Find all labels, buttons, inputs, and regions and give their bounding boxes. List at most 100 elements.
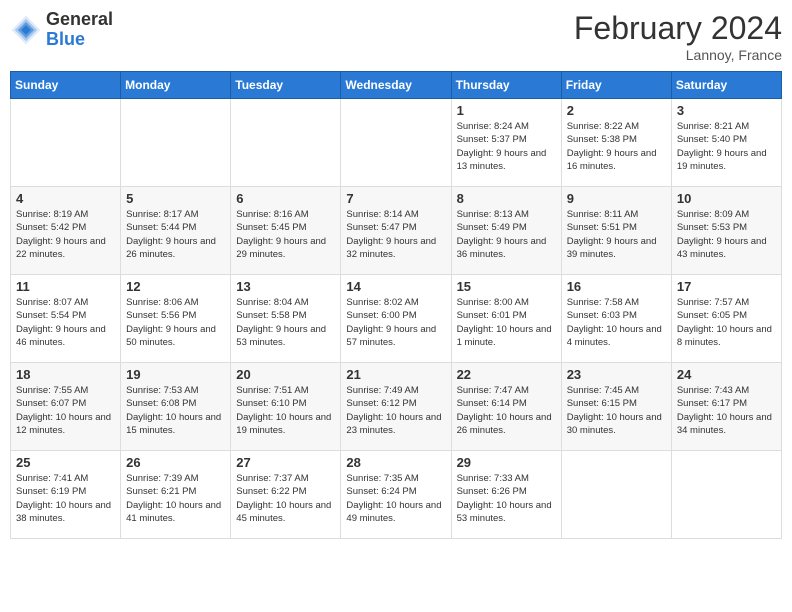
calendar-day-cell [231,99,341,187]
calendar-day-cell: 8 Sunrise: 8:13 AM Sunset: 5:49 PM Daylig… [451,187,561,275]
day-info: Sunrise: 7:53 AM Sunset: 6:08 PM Dayligh… [126,384,225,437]
calendar-day-cell: 17 Sunrise: 7:57 AM Sunset: 6:05 PM Dayli… [671,275,781,363]
day-number: 13 [236,279,335,294]
calendar-header-row: SundayMondayTuesdayWednesdayThursdayFrid… [11,72,782,99]
calendar-day-header: Sunday [11,72,121,99]
calendar-day-header: Monday [121,72,231,99]
day-number: 24 [677,367,776,382]
calendar-day-cell: 12 Sunrise: 8:06 AM Sunset: 5:56 PM Dayli… [121,275,231,363]
day-number: 16 [567,279,666,294]
day-info: Sunrise: 7:57 AM Sunset: 6:05 PM Dayligh… [677,296,776,349]
calendar-day-cell: 7 Sunrise: 8:14 AM Sunset: 5:47 PM Daylig… [341,187,451,275]
calendar-day-cell: 13 Sunrise: 8:04 AM Sunset: 5:58 PM Dayli… [231,275,341,363]
day-info: Sunrise: 8:09 AM Sunset: 5:53 PM Dayligh… [677,208,776,261]
calendar-day-cell: 25Sunrise: 7:41 AM Sunset: 6:19 PM Dayli… [11,451,121,539]
logo-general: General [46,10,113,30]
page: General Blue February 2024 Lannoy, Franc… [0,0,792,612]
day-info: Sunrise: 8:14 AM Sunset: 5:47 PM Dayligh… [346,208,445,261]
day-info: Sunrise: 8:06 AM Sunset: 5:56 PM Dayligh… [126,296,225,349]
calendar-day-cell: 4 Sunrise: 8:19 AM Sunset: 5:42 PM Daylig… [11,187,121,275]
day-info: Sunrise: 8:22 AM Sunset: 5:38 PM Dayligh… [567,120,666,173]
day-number: 10 [677,191,776,206]
day-number: 4 [16,191,115,206]
calendar-day-cell: 11 Sunrise: 8:07 AM Sunset: 5:54 PM Dayli… [11,275,121,363]
calendar-day-header: Tuesday [231,72,341,99]
day-number: 15 [457,279,556,294]
day-number: 14 [346,279,445,294]
calendar-table: SundayMondayTuesdayWednesdayThursdayFrid… [10,71,782,539]
calendar-week-row: 1 Sunrise: 8:24 AM Sunset: 5:37 PM Daylig… [11,99,782,187]
day-info: Sunrise: 7:35 AM Sunset: 6:24 PM Dayligh… [346,472,445,525]
day-number: 29 [457,455,556,470]
day-number: 22 [457,367,556,382]
day-number: 2 [567,103,666,118]
day-number: 8 [457,191,556,206]
calendar-day-cell: 20 Sunrise: 7:51 AM Sunset: 6:10 PM Dayli… [231,363,341,451]
day-info: Sunrise: 7:43 AM Sunset: 6:17 PM Dayligh… [677,384,776,437]
calendar-day-cell: 2 Sunrise: 8:22 AM Sunset: 5:38 PM Daylig… [561,99,671,187]
calendar-day-cell: 9Sunrise: 8:11 AM Sunset: 5:51 PM Daylig… [561,187,671,275]
day-info: Sunrise: 8:24 AM Sunset: 5:37 PM Dayligh… [457,120,556,173]
header: General Blue February 2024 Lannoy, Franc… [10,10,782,63]
calendar-day-cell: 19 Sunrise: 7:53 AM Sunset: 6:08 PM Dayli… [121,363,231,451]
calendar-day-cell: 18 Sunrise: 7:55 AM Sunset: 6:07 PM Dayli… [11,363,121,451]
day-info: Sunrise: 8:19 AM Sunset: 5:42 PM Dayligh… [16,208,115,261]
calendar-day-cell: 14 Sunrise: 8:02 AM Sunset: 6:00 PM Dayli… [341,275,451,363]
month-title: February 2024 [574,10,782,47]
day-info: Sunrise: 7:51 AM Sunset: 6:10 PM Dayligh… [236,384,335,437]
day-info: Sunrise: 8:11 AM Sunset: 5:51 PM Dayligh… [567,208,666,261]
day-info: Sunrise: 8:16 AM Sunset: 5:45 PM Dayligh… [236,208,335,261]
day-number: 23 [567,367,666,382]
calendar-day-cell: 1 Sunrise: 8:24 AM Sunset: 5:37 PM Daylig… [451,99,561,187]
day-number: 11 [16,279,115,294]
logo-blue: Blue [46,30,113,50]
day-number: 27 [236,455,335,470]
calendar-day-cell: 28 Sunrise: 7:35 AM Sunset: 6:24 PM Dayli… [341,451,451,539]
calendar-day-cell: 29 Sunrise: 7:33 AM Sunset: 6:26 PM Dayli… [451,451,561,539]
day-info: Sunrise: 7:33 AM Sunset: 6:26 PM Dayligh… [457,472,556,525]
calendar-day-cell [11,99,121,187]
calendar-week-row: 18 Sunrise: 7:55 AM Sunset: 6:07 PM Dayli… [11,363,782,451]
day-info: Sunrise: 8:17 AM Sunset: 5:44 PM Dayligh… [126,208,225,261]
day-number: 28 [346,455,445,470]
calendar-day-cell: 5Sunrise: 8:17 AM Sunset: 5:44 PM Daylig… [121,187,231,275]
day-number: 12 [126,279,225,294]
calendar-day-header: Saturday [671,72,781,99]
calendar-day-cell: 27 Sunrise: 7:37 AM Sunset: 6:22 PM Dayli… [231,451,341,539]
day-info: Sunrise: 7:58 AM Sunset: 6:03 PM Dayligh… [567,296,666,349]
calendar-day-cell: 6Sunrise: 8:16 AM Sunset: 5:45 PM Daylig… [231,187,341,275]
day-number: 20 [236,367,335,382]
calendar-day-cell: 24 Sunrise: 7:43 AM Sunset: 6:17 PM Dayli… [671,363,781,451]
day-number: 21 [346,367,445,382]
calendar-day-cell [341,99,451,187]
day-info: Sunrise: 7:55 AM Sunset: 6:07 PM Dayligh… [16,384,115,437]
day-number: 7 [346,191,445,206]
day-info: Sunrise: 8:02 AM Sunset: 6:00 PM Dayligh… [346,296,445,349]
calendar-day-header: Thursday [451,72,561,99]
day-number: 18 [16,367,115,382]
calendar-week-row: 25Sunrise: 7:41 AM Sunset: 6:19 PM Dayli… [11,451,782,539]
day-info: Sunrise: 7:49 AM Sunset: 6:12 PM Dayligh… [346,384,445,437]
calendar-day-cell [671,451,781,539]
day-info: Sunrise: 7:41 AM Sunset: 6:19 PM Dayligh… [16,472,115,525]
calendar-day-cell [561,451,671,539]
calendar-day-cell: 15Sunrise: 8:00 AM Sunset: 6:01 PM Dayli… [451,275,561,363]
day-number: 17 [677,279,776,294]
day-info: Sunrise: 7:37 AM Sunset: 6:22 PM Dayligh… [236,472,335,525]
day-info: Sunrise: 7:39 AM Sunset: 6:21 PM Dayligh… [126,472,225,525]
day-info: Sunrise: 8:04 AM Sunset: 5:58 PM Dayligh… [236,296,335,349]
day-number: 1 [457,103,556,118]
title-area: February 2024 Lannoy, France [574,10,782,63]
calendar-day-cell: 21 Sunrise: 7:49 AM Sunset: 6:12 PM Dayli… [341,363,451,451]
logo: General Blue [10,10,113,50]
calendar-day-header: Friday [561,72,671,99]
calendar-day-cell: 10 Sunrise: 8:09 AM Sunset: 5:53 PM Dayli… [671,187,781,275]
calendar-day-cell [121,99,231,187]
calendar-day-cell: 26 Sunrise: 7:39 AM Sunset: 6:21 PM Dayli… [121,451,231,539]
day-info: Sunrise: 8:13 AM Sunset: 5:49 PM Dayligh… [457,208,556,261]
day-number: 3 [677,103,776,118]
day-number: 26 [126,455,225,470]
day-number: 19 [126,367,225,382]
day-info: Sunrise: 8:21 AM Sunset: 5:40 PM Dayligh… [677,120,776,173]
day-info: Sunrise: 8:07 AM Sunset: 5:54 PM Dayligh… [16,296,115,349]
